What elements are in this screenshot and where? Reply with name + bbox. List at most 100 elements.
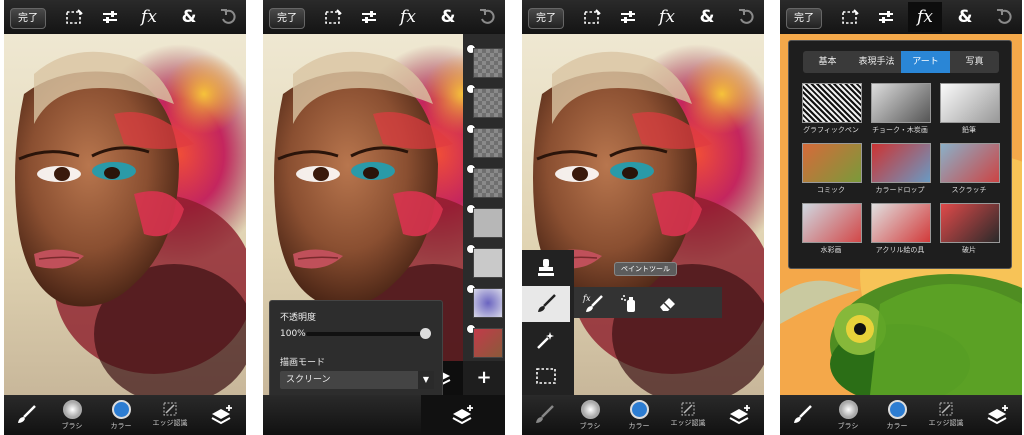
brush-tool-icon[interactable] (522, 395, 566, 435)
brush-tool-icon[interactable] (4, 395, 48, 435)
filter-color-drop[interactable]: カラードロップ (868, 143, 932, 197)
color-setting[interactable]: カラー (875, 395, 919, 435)
filter-label: 破片 (962, 246, 976, 254)
marquee-icon[interactable] (522, 358, 570, 394)
svg-text:fx: fx (582, 294, 591, 303)
filter-graphic-pen[interactable]: グラフィックペン (799, 83, 863, 137)
fx-brush-icon[interactable]: fx (574, 287, 611, 318)
done-button[interactable]: 完了 (10, 8, 46, 29)
selection-icon[interactable] (59, 2, 89, 32)
edge-label: エッジ認識 (928, 419, 964, 427)
filter-watercolor[interactable]: 水彩画 (799, 203, 863, 257)
layers-icon[interactable] (421, 395, 505, 435)
edge-detect-icon (681, 402, 695, 416)
fx-icon[interactable]: fx (134, 2, 164, 32)
tab-photo[interactable]: 写真 (950, 51, 999, 73)
photo-canvas[interactable] (4, 34, 246, 395)
filter-fragment[interactable]: 破片 (937, 203, 1001, 257)
layer-thumbnail[interactable] (473, 248, 503, 278)
tab-basic[interactable]: 基本 (803, 51, 852, 73)
ampersand-icon[interactable]: & (433, 2, 463, 32)
undo-icon[interactable] (990, 2, 1020, 32)
filter-label: 水彩画 (820, 246, 842, 254)
color-label: カラー (628, 421, 650, 430)
color-swatch-icon (887, 399, 907, 419)
layer-thumbnail[interactable] (473, 328, 503, 358)
color-setting[interactable]: カラー (617, 395, 661, 435)
fx-icon[interactable]: fx (393, 2, 423, 32)
filter-acrylic[interactable]: アクリル絵の具 (868, 203, 932, 257)
screen-4: 完了 fx & 基本 表現手法 アート 写真 グラフィックペン チョーク・木炭画… (780, 0, 1022, 435)
eraser-icon[interactable] (648, 287, 685, 318)
selection-icon[interactable] (835, 2, 865, 32)
edge-detect-setting[interactable]: エッジ認識 (148, 395, 192, 435)
undo-icon[interactable] (214, 2, 244, 32)
filter-comic[interactable]: コミック (799, 143, 863, 197)
undo-icon[interactable] (732, 2, 762, 32)
edge-detect-setting[interactable]: エッジ認識 (924, 395, 968, 435)
filter-label: コミック (817, 186, 845, 194)
brush-size-icon (62, 399, 82, 419)
filter-thumbnail (871, 203, 931, 243)
bottom-toolbar: ブラシ カラー エッジ認識 (4, 395, 246, 435)
layers-icon[interactable] (718, 395, 762, 435)
adjustments-icon[interactable] (354, 2, 384, 32)
layer-thumbnail[interactable] (473, 288, 503, 318)
color-label: カラー (886, 421, 908, 430)
ampersand-icon[interactable]: & (950, 2, 980, 32)
paint-tool-tooltip: ペイントツール (614, 262, 677, 276)
done-button[interactable]: 完了 (269, 8, 305, 29)
layer-thumbnail[interactable] (473, 168, 503, 198)
filter-tabs: 基本 表現手法 アート 写真 (803, 51, 999, 73)
layers-icon[interactable] (976, 395, 1020, 435)
done-button[interactable]: 完了 (786, 8, 822, 29)
layers-icon[interactable] (200, 395, 244, 435)
filter-chalk-charcoal[interactable]: チョーク・木炭画 (868, 83, 932, 137)
fx-icon[interactable]: fx (652, 2, 682, 32)
brush-setting[interactable]: ブラシ (568, 395, 612, 435)
selection-icon[interactable] (318, 2, 348, 32)
done-button[interactable]: 完了 (528, 8, 564, 29)
filter-label: グラフィックペン (803, 126, 859, 134)
layers-panel (463, 34, 505, 361)
clone-stamp-icon[interactable] (522, 250, 570, 286)
brush-tool-icon[interactable] (780, 395, 824, 435)
blend-mode-select[interactable]: スクリーン ▼ (280, 371, 434, 389)
magic-wand-icon[interactable] (522, 322, 570, 358)
color-setting[interactable]: カラー (99, 395, 143, 435)
adjustments-icon[interactable] (871, 2, 901, 32)
color-label: カラー (110, 421, 132, 430)
brush-setting[interactable]: ブラシ (50, 395, 94, 435)
layer-thumbnail[interactable] (473, 128, 503, 158)
brush-label: ブラシ (837, 421, 859, 430)
layer-thumbnail[interactable] (473, 88, 503, 118)
edge-detect-icon (163, 402, 177, 416)
tab-expression[interactable]: 表現手法 (852, 51, 901, 73)
filter-thumbnail (871, 83, 931, 123)
layer-thumbnail[interactable] (473, 208, 503, 238)
dropdown-arrow-icon[interactable]: ▼ (418, 371, 434, 389)
paint-brush-icon[interactable] (522, 286, 570, 322)
filter-label: スクラッチ (951, 186, 987, 194)
tab-art[interactable]: アート (901, 51, 950, 73)
ampersand-icon[interactable]: & (174, 2, 204, 32)
fx-icon[interactable]: fx (908, 2, 942, 32)
add-layer-icon[interactable]: + (463, 361, 505, 395)
bottom-toolbar (263, 395, 421, 435)
adjustments-icon[interactable] (95, 2, 125, 32)
opacity-slider[interactable] (306, 328, 431, 339)
undo-icon[interactable] (473, 2, 503, 32)
screen-1: 完了 fx & ブラシ カラー エッジ認識 (4, 0, 246, 435)
layer-thumbnail[interactable] (473, 48, 503, 78)
filter-thumbnail (940, 143, 1000, 183)
filter-scratch[interactable]: スクラッチ (937, 143, 1001, 197)
spray-icon[interactable] (611, 287, 648, 318)
ampersand-icon[interactable]: & (692, 2, 722, 32)
blend-mode-label: 描画モード (280, 358, 326, 368)
opacity-slider-knob[interactable] (420, 328, 431, 339)
selection-icon[interactable] (577, 2, 607, 32)
adjustments-icon[interactable] (613, 2, 643, 32)
brush-setting[interactable]: ブラシ (826, 395, 870, 435)
filter-pencil[interactable]: 鉛筆 (937, 83, 1001, 137)
edge-detect-setting[interactable]: エッジ認識 (666, 395, 710, 435)
